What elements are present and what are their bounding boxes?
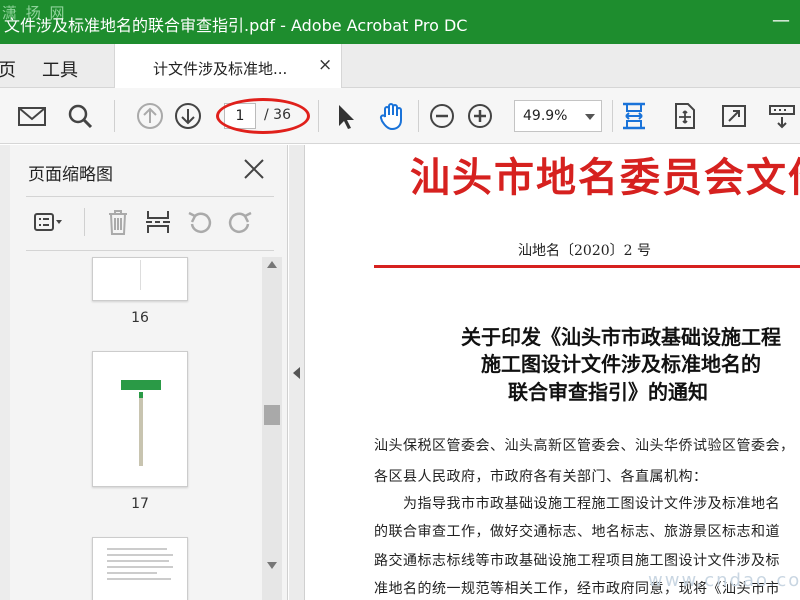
panel-edge: [0, 145, 10, 600]
scroll-down-icon[interactable]: [267, 562, 277, 569]
page-thumbnail[interactable]: [92, 257, 188, 301]
rotate-counterclockwise-icon[interactable]: [184, 206, 216, 238]
thumbnail-text-line: [107, 548, 167, 550]
main-toolbar: 1 / 36 49.9%: [0, 88, 800, 144]
email-icon[interactable]: [16, 100, 48, 132]
document-body-line: 为指导我市市政基础设施工程施工图设计文件涉及标准地名: [374, 496, 780, 512]
scrollbar-thumb[interactable]: [264, 405, 280, 425]
toolbar-separator: [612, 100, 613, 132]
document-heading-line: 施工图设计文件涉及标准地名的: [481, 352, 761, 376]
thumbnail-road-sign: [121, 380, 161, 390]
tab-tools[interactable]: 工具: [42, 56, 78, 82]
delete-page-icon[interactable]: [102, 206, 134, 238]
full-screen-icon[interactable]: [718, 100, 750, 132]
zoom-out-icon[interactable]: [426, 100, 458, 132]
thumbnail-scrollbar[interactable]: [262, 257, 282, 600]
next-page-icon[interactable]: [172, 100, 204, 132]
panel-toolbar-separator: [84, 208, 85, 236]
fit-page-icon[interactable]: [668, 100, 700, 132]
insert-page-icon[interactable]: [142, 206, 174, 238]
rotate-clockwise-icon[interactable]: [224, 206, 256, 238]
toolbar-separator: [318, 100, 319, 132]
read-aloud-icon[interactable]: [766, 100, 798, 132]
thumbnail-text-line: [107, 554, 173, 556]
page-thumbnails-panel: 页面缩略图 16 17: [0, 145, 288, 600]
document-tab[interactable]: 计文件涉及标准地... ×: [114, 44, 342, 89]
thumbnail-text-line: [107, 572, 157, 574]
document-heading-line: 联合审查指引》的通知: [508, 380, 708, 404]
document-red-header: 汕头市地名委员会文件: [410, 154, 800, 201]
zoom-in-icon[interactable]: [464, 100, 496, 132]
panel-splitter[interactable]: [289, 145, 305, 600]
document-red-rule: [374, 265, 800, 268]
toolbar-separator: [418, 100, 419, 132]
annotation-ellipse: [216, 98, 310, 134]
thumbnail-sign-pole: [139, 398, 143, 466]
thumbnail-text-line: [107, 560, 169, 562]
search-icon[interactable]: [64, 100, 96, 132]
tab-bar: 页 工具 计文件涉及标准地... ×: [0, 44, 800, 89]
document-view: 汕头市地名委员会文件 汕地名〔2020〕2 号 关于印发《汕头市市政基础设施工程…: [306, 145, 800, 600]
document-body-line: 汕头保税区管委会、汕头高新区管委会、汕头华侨试验区管委会，: [374, 438, 795, 454]
title-bar: 潇 扬 网 文件涉及标准地名的联合审查指引.pdf - Adobe Acroba…: [0, 0, 800, 44]
minimize-button[interactable]: —: [768, 8, 794, 34]
tab-home[interactable]: 页: [0, 56, 16, 82]
page-thumbnail[interactable]: [92, 351, 188, 487]
document-heading-line: 关于印发《汕头市市政基础设施工程: [461, 325, 781, 349]
close-panel-icon[interactable]: [240, 155, 268, 183]
zoom-level-select[interactable]: 49.9%: [514, 100, 602, 132]
page-thumbnail[interactable]: [92, 537, 188, 600]
thumbnail-text-line: [107, 578, 171, 580]
thumbnail-content: [140, 260, 141, 290]
zoom-level-value: 49.9%: [523, 108, 568, 124]
chevron-down-icon: [585, 114, 595, 120]
scroll-up-icon[interactable]: [267, 261, 277, 268]
thumbnail-page-number: 16: [131, 310, 149, 326]
document-number: 汕地名〔2020〕2 号: [518, 243, 651, 259]
document-body-line: 各区县人民政府，市政府各有关部门、各直属机构：: [374, 469, 708, 485]
thumbnail-text-line: [107, 566, 173, 568]
thumbnail-options-icon[interactable]: [32, 206, 64, 238]
thumbnail-page-number: 17: [131, 496, 149, 512]
window-title: 文件涉及标准地名的联合审查指引.pdf - Adobe Acrobat Pro …: [4, 16, 468, 35]
toolbar-separator: [114, 100, 115, 132]
panel-title: 页面缩略图: [28, 165, 113, 185]
document-body-line: 的联合审查工作，做好交通标志、地名标志、旅游景区标志和道: [374, 524, 780, 540]
panel-divider: [26, 196, 274, 197]
previous-page-icon[interactable]: [134, 100, 166, 132]
close-tab-icon[interactable]: ×: [318, 55, 332, 75]
fit-width-icon[interactable]: [618, 100, 650, 132]
hand-tool-icon[interactable]: [376, 100, 408, 132]
collapse-panel-icon[interactable]: [293, 367, 300, 379]
panel-divider: [26, 250, 274, 251]
document-tab-label: 计文件涉及标准地...: [153, 60, 288, 78]
document-body-line: 路交通标志标线等市政基础设施工程项目施工图设计文件涉及标: [374, 553, 780, 569]
select-cursor-icon[interactable]: [330, 100, 362, 132]
site-watermark: www.cndao.com: [648, 570, 800, 591]
